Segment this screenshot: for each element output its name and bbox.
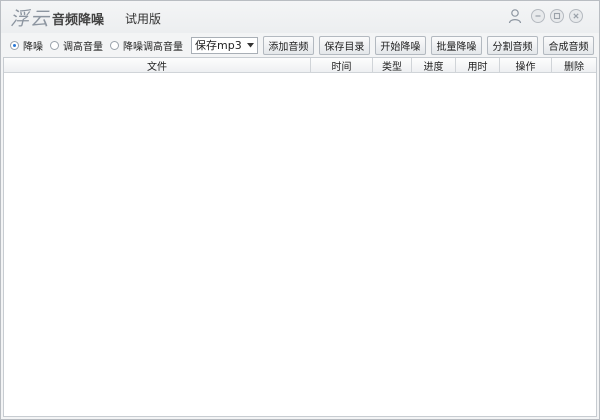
restore-icon xyxy=(553,12,561,20)
radio-label: 调高音量 xyxy=(63,41,103,53)
title-bar[interactable]: 浮云 音频降噪 试用版 xyxy=(1,1,599,33)
radio-volume-up[interactable]: 调高音量 xyxy=(50,38,103,53)
column-header-time[interactable]: 时间 xyxy=(311,58,373,73)
app-name: 音频降噪 xyxy=(52,13,105,28)
column-header-progress[interactable]: 进度 xyxy=(412,58,456,73)
radio-denoise[interactable]: 降噪 xyxy=(10,38,43,53)
batch-denoise-button[interactable]: 批量降噪 xyxy=(430,35,482,55)
toolbar: 降噪 调高音量 降噪调高音量 保存mp3 添加音频 保存目录 开始降噪 批量降噪… xyxy=(1,33,599,57)
mode-radio-group: 降噪 调高音量 降噪调高音量 xyxy=(1,38,190,53)
radio-dot[interactable] xyxy=(50,40,59,50)
app-window: 浮云 音频降噪 试用版 降噪 调高音量 降噪调高音量 保存mp3 添加音频 保存… xyxy=(0,0,600,420)
radio-dot[interactable] xyxy=(110,40,119,50)
format-select-value: 保存mp3 xyxy=(195,39,242,52)
close-icon xyxy=(573,13,579,19)
table-body[interactable] xyxy=(4,73,596,416)
radio-dot-checked[interactable] xyxy=(10,40,19,50)
format-select[interactable]: 保存mp3 xyxy=(191,36,258,54)
start-denoise-button[interactable]: 开始降噪 xyxy=(374,35,426,55)
app-logo: 浮云 xyxy=(10,8,51,30)
minimize-button[interactable] xyxy=(531,9,545,23)
merge-audio-button[interactable]: 合成音频 xyxy=(542,35,595,55)
minimize-icon xyxy=(535,15,541,17)
chevron-down-icon xyxy=(246,42,254,47)
radio-label: 降噪调高音量 xyxy=(123,41,183,53)
save-directory-button[interactable]: 保存目录 xyxy=(318,35,370,55)
column-header-type[interactable]: 类型 xyxy=(373,58,412,73)
edition-label: 试用版 xyxy=(125,12,162,26)
window-controls xyxy=(507,8,583,24)
file-table[interactable]: 文件 时间 类型 进度 用时 操作 删除 xyxy=(3,57,597,417)
column-header-action[interactable]: 操作 xyxy=(500,58,552,73)
column-header-file[interactable]: 文件 xyxy=(4,58,311,73)
radio-label: 降噪 xyxy=(23,41,43,53)
column-header-delete[interactable]: 删除 xyxy=(552,58,596,73)
split-audio-button[interactable]: 分割音频 xyxy=(486,35,538,55)
add-audio-button[interactable]: 添加音频 xyxy=(262,35,314,55)
user-icon[interactable] xyxy=(507,8,523,24)
table-header: 文件 时间 类型 进度 用时 操作 删除 xyxy=(4,58,596,73)
close-button[interactable] xyxy=(569,9,583,23)
restore-button[interactable] xyxy=(550,9,564,23)
radio-denoise-volume-up[interactable]: 降噪调高音量 xyxy=(110,38,183,53)
column-header-elapsed[interactable]: 用时 xyxy=(456,58,500,73)
